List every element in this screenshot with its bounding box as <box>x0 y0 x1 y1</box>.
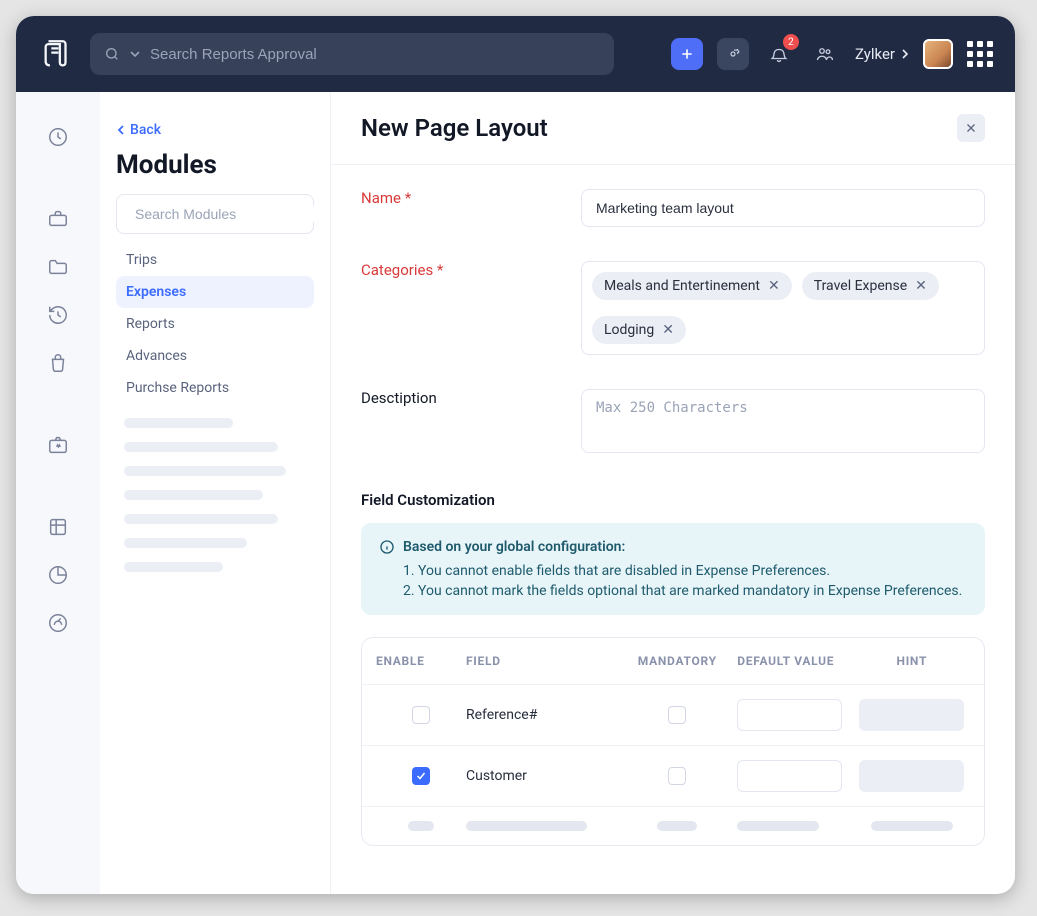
main-content: New Page Layout Name * Categories * Meal… <box>330 92 1015 894</box>
chevron-down-icon <box>130 49 140 59</box>
hint-placeholder <box>859 760 964 792</box>
categories-chips[interactable]: Meals and Entertinement✕Travel Expense✕L… <box>581 261 985 355</box>
info-rule: 1. You cannot enable fields that are dis… <box>403 563 967 579</box>
description-input[interactable] <box>581 389 985 453</box>
back-link[interactable]: Back <box>116 122 314 138</box>
chevron-left-icon <box>116 125 126 135</box>
notification-badge: 2 <box>783 34 799 50</box>
name-input[interactable] <box>581 189 985 227</box>
rail-gauge-icon[interactable] <box>47 612 69 638</box>
skeleton-row <box>124 442 278 452</box>
chip-remove-icon[interactable]: ✕ <box>768 278 780 294</box>
col-hint: HINT <box>854 654 970 668</box>
close-button[interactable] <box>957 114 985 142</box>
back-label: Back <box>130 122 161 138</box>
rail-chart-icon[interactable] <box>47 564 69 590</box>
close-icon <box>964 121 978 135</box>
org-name: Zylker <box>855 45 895 63</box>
chip-label: Lodging <box>604 322 654 338</box>
modules-search[interactable] <box>116 194 314 234</box>
category-chip[interactable]: Meals and Entertinement ✕ <box>592 272 792 300</box>
hint-placeholder <box>859 699 964 731</box>
apps-grid-icon[interactable] <box>967 41 993 67</box>
chip-remove-icon[interactable]: ✕ <box>662 322 674 338</box>
rail-history-icon[interactable] <box>47 304 69 330</box>
table-row-skeleton <box>362 806 984 845</box>
mandatory-checkbox[interactable] <box>668 767 686 785</box>
plus-icon <box>679 46 695 62</box>
org-switcher[interactable]: Zylker <box>855 45 909 63</box>
gear-icon <box>725 46 741 62</box>
enable-checkbox[interactable] <box>412 706 430 724</box>
modules-title: Modules <box>116 150 314 180</box>
nav-rail <box>16 92 100 894</box>
default-value-input[interactable] <box>737 760 842 792</box>
chevron-right-icon <box>901 49 909 59</box>
rail-table-icon[interactable] <box>47 516 69 542</box>
skeleton-row <box>124 514 278 524</box>
default-value-input[interactable] <box>737 699 842 731</box>
label-description: Desctiption <box>361 389 581 407</box>
modules-search-input[interactable] <box>135 206 316 222</box>
field-name: Customer <box>466 768 617 784</box>
table-row: Reference# <box>362 684 984 745</box>
info-head: Based on your global configuration: <box>403 539 625 555</box>
col-field: FIELD <box>466 654 617 668</box>
skeleton-row <box>124 418 233 428</box>
users-button[interactable] <box>809 38 841 70</box>
info-icon <box>379 539 395 555</box>
label-name: Name * <box>361 189 581 207</box>
info-banner: Based on your global configuration: 1. Y… <box>361 523 985 615</box>
skeleton-row <box>124 490 263 500</box>
rail-camera-icon[interactable] <box>47 434 69 460</box>
field-table: ENABLE FIELD MANDATORY DEFAULT VALUE HIN… <box>361 637 985 846</box>
skeleton-row <box>124 466 286 476</box>
app-logo <box>38 35 76 73</box>
modules-panel: Back Modules TripsExpensesReportsAdvance… <box>100 92 330 894</box>
chip-label: Travel Expense <box>814 278 907 294</box>
module-item-purchse-reports[interactable]: Purchse Reports <box>116 372 314 404</box>
col-default: DEFAULT VALUE <box>737 654 853 668</box>
module-item-advances[interactable]: Advances <box>116 340 314 372</box>
mandatory-checkbox[interactable] <box>668 706 686 724</box>
notifications-button[interactable]: 2 <box>763 38 795 70</box>
module-item-reports[interactable]: Reports <box>116 308 314 340</box>
module-item-expenses[interactable]: Expenses <box>116 276 314 308</box>
skeleton-row <box>124 538 247 548</box>
category-chip[interactable]: Lodging ✕ <box>592 316 686 344</box>
chip-remove-icon[interactable]: ✕ <box>915 278 927 294</box>
label-categories: Categories * <box>361 261 581 279</box>
topbar: 2 Zylker <box>16 16 1015 92</box>
section-field-customization: Field Customization <box>361 491 985 509</box>
avatar[interactable] <box>923 39 953 69</box>
settings-button[interactable] <box>717 38 749 70</box>
page-title: New Page Layout <box>361 114 548 142</box>
global-search-input[interactable] <box>150 46 600 63</box>
global-search[interactable] <box>90 33 614 75</box>
rail-folder-icon[interactable] <box>47 256 69 282</box>
category-chip[interactable]: Travel Expense ✕ <box>802 272 939 300</box>
skeleton-row <box>124 562 223 572</box>
rail-clock-icon[interactable] <box>47 126 69 152</box>
rail-bag-icon[interactable] <box>47 352 69 378</box>
add-button[interactable] <box>671 38 703 70</box>
col-mandatory: MANDATORY <box>617 654 737 668</box>
info-rule: 2. You cannot mark the fields optional t… <box>403 583 967 599</box>
rail-briefcase-icon[interactable] <box>47 208 69 234</box>
users-icon <box>816 45 834 63</box>
module-item-trips[interactable]: Trips <box>116 244 314 276</box>
table-row: Customer <box>362 745 984 806</box>
field-name: Reference# <box>466 707 617 723</box>
search-icon <box>104 46 120 62</box>
chip-label: Meals and Entertinement <box>604 278 760 294</box>
col-enable: ENABLE <box>376 654 466 668</box>
enable-checkbox[interactable] <box>412 767 430 785</box>
